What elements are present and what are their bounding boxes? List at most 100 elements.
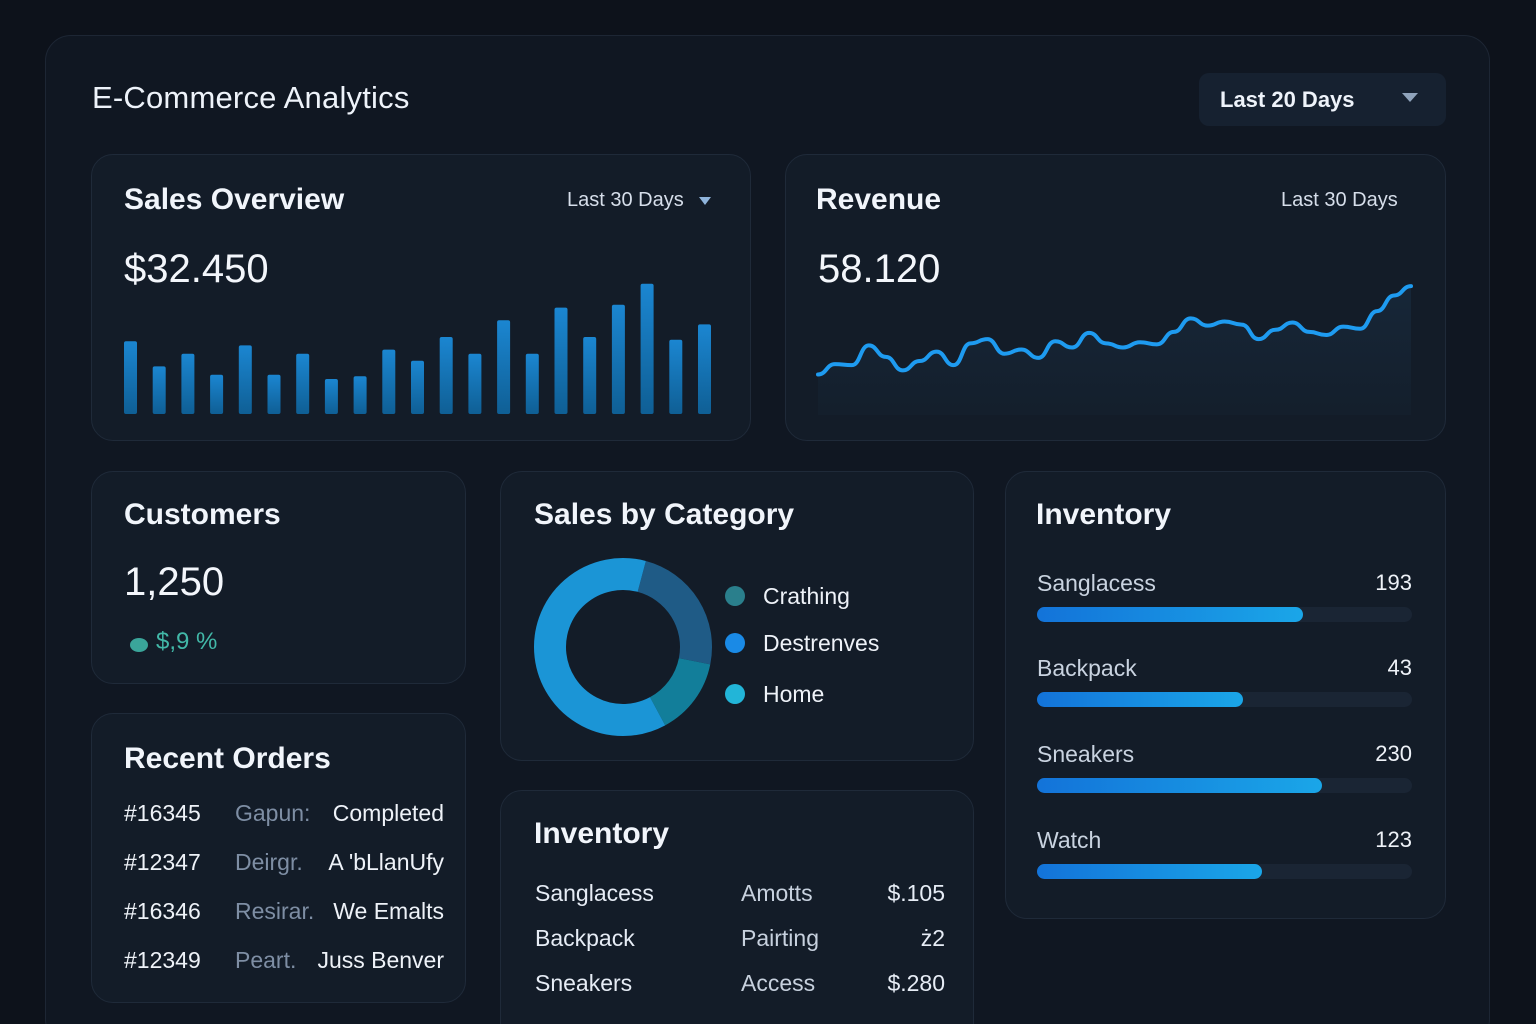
inventory-bar-item: Watch 123	[1037, 827, 1412, 887]
inventory-bars-card: Inventory Sanglacess 193 Backpack 43 Sne…	[1005, 471, 1446, 919]
trend-dot-icon	[130, 638, 148, 652]
inventory-bar-label: Sneakers	[1037, 741, 1135, 767]
sales-bar	[210, 374, 224, 414]
inventory-bar-item: Sanglacess 193	[1037, 570, 1412, 630]
order-status: Completed	[326, 800, 444, 827]
legend-label: Destrenves	[763, 630, 880, 656]
progress-track	[1037, 864, 1412, 879]
order-status: A 'bLlanUfy	[322, 849, 444, 876]
legend-item: Crathing	[725, 583, 850, 610]
order-id: #16345	[124, 800, 201, 826]
category-donut-chart	[534, 558, 712, 736]
sales-by-category-card: Sales by Category Crathing Destrenves Ho…	[500, 471, 974, 761]
recent-orders-card: Recent Orders #16345 Gapun: Completed #1…	[91, 713, 466, 1003]
order-row[interactable]: #12347 Deirgr. A 'bLlanUfy	[124, 849, 444, 879]
order-customer: Deirgr.	[235, 849, 303, 875]
order-id: #12349	[124, 947, 201, 973]
order-customer: Resirar.	[235, 898, 315, 924]
progress-fill	[1037, 692, 1244, 707]
customers-title: Customers	[124, 498, 281, 531]
page-title: E-Commerce Analytics	[92, 80, 410, 115]
legend-dot-icon	[725, 684, 745, 704]
inventory-bar-label: Backpack	[1037, 655, 1137, 681]
inventory-value: ż2	[920, 925, 945, 951]
inventory-bar-label: Sanglacess	[1037, 570, 1156, 596]
progress-track	[1037, 607, 1412, 622]
inventory-bar-item: Sneakers 230	[1037, 741, 1412, 801]
inventory-item: Backpack	[535, 925, 635, 951]
legend-dot-icon	[725, 633, 745, 653]
sales-bar	[181, 353, 195, 414]
legend-dot-icon	[725, 586, 745, 606]
order-id: #12347	[124, 849, 201, 875]
sales-bar	[382, 349, 396, 414]
revenue-area	[818, 286, 1411, 415]
order-status: Juss Benver	[311, 947, 444, 974]
donut-slice	[534, 558, 666, 736]
sales-bar	[296, 353, 310, 414]
inventory-bars-title: Inventory	[1036, 498, 1172, 531]
progress-fill	[1037, 864, 1262, 879]
sales-bar	[124, 341, 137, 414]
inventory-bar-value: 230	[1375, 741, 1412, 766]
sales-bar	[640, 283, 654, 414]
progress-track	[1037, 692, 1412, 707]
inventory-bar-value: 193	[1375, 570, 1412, 595]
legend-item: Destrenves	[725, 630, 880, 657]
sales-bar	[583, 337, 597, 414]
inventory-value: $.280	[887, 970, 945, 996]
customers-delta: $,9 %	[156, 628, 218, 655]
sales-bar	[525, 353, 539, 414]
inventory-row[interactable]: Sneakers Access $.280	[535, 970, 945, 1000]
customers-card: Customers 1,250 $,9 %	[91, 471, 466, 684]
legend-label: Crathing	[763, 583, 850, 609]
legend-item: Home	[725, 681, 824, 708]
sales-bar	[554, 307, 568, 414]
inventory-row[interactable]: Backpack Pairting ż2	[535, 925, 945, 955]
inventory-bar-item: Backpack 43	[1037, 655, 1412, 715]
order-id: #16346	[124, 898, 201, 924]
sales-overview-card: Sales Overview Last 30 Days $32.450	[91, 154, 751, 441]
sales-bar	[238, 345, 252, 414]
revenue-line-chart	[816, 284, 1413, 415]
donut-slice	[637, 560, 712, 665]
sales-bar	[353, 376, 367, 414]
sales-bar	[152, 366, 166, 414]
inventory-row[interactable]: Sanglacess Amotts $.105	[535, 880, 945, 910]
progress-fill	[1037, 778, 1322, 793]
order-customer: Peart.	[235, 947, 297, 973]
date-range-label: Last 20 Days	[1220, 86, 1355, 112]
order-row[interactable]: #16346 Resirar. We Emalts	[124, 898, 444, 928]
inventory-bar-value: 43	[1387, 655, 1412, 680]
sales-bar	[497, 320, 511, 414]
sales-bar	[468, 353, 482, 414]
sales-bar	[698, 324, 711, 414]
inventory-table-card: Inventory Sanglacess Amotts $.105 Backpa…	[500, 790, 974, 1024]
sales-bar	[411, 360, 424, 414]
chevron-down-icon	[1402, 93, 1418, 102]
sales-bar-chart	[124, 283, 711, 414]
sales-bar	[324, 379, 338, 414]
order-row[interactable]: #12349 Peart. Juss Benver	[124, 947, 444, 977]
sales-bar	[439, 337, 453, 414]
sales-bar	[669, 339, 683, 414]
donut-slice	[649, 657, 711, 726]
inventory-bar-value: 123	[1375, 827, 1412, 852]
inventory-type: Pairting	[741, 925, 819, 951]
inventory-value: $.105	[887, 880, 945, 906]
inventory-type: Access	[741, 970, 816, 996]
inventory-table-title: Inventory	[534, 817, 670, 850]
inventory-bar-label: Watch	[1037, 827, 1102, 853]
inventory-type: Amotts	[741, 880, 813, 906]
inventory-item: Sneakers	[535, 970, 633, 996]
sales-bar	[611, 304, 625, 414]
inventory-item: Sanglacess	[535, 880, 654, 906]
progress-track	[1037, 778, 1412, 793]
order-row[interactable]: #16345 Gapun: Completed	[124, 800, 444, 830]
date-range-select[interactable]: Last 20 Days	[1199, 73, 1446, 126]
recent-orders-title: Recent Orders	[124, 742, 331, 775]
progress-fill	[1037, 607, 1304, 622]
order-status: We Emalts	[327, 898, 444, 925]
order-customer: Gapun:	[235, 800, 311, 826]
customers-count: 1,250	[124, 560, 225, 604]
